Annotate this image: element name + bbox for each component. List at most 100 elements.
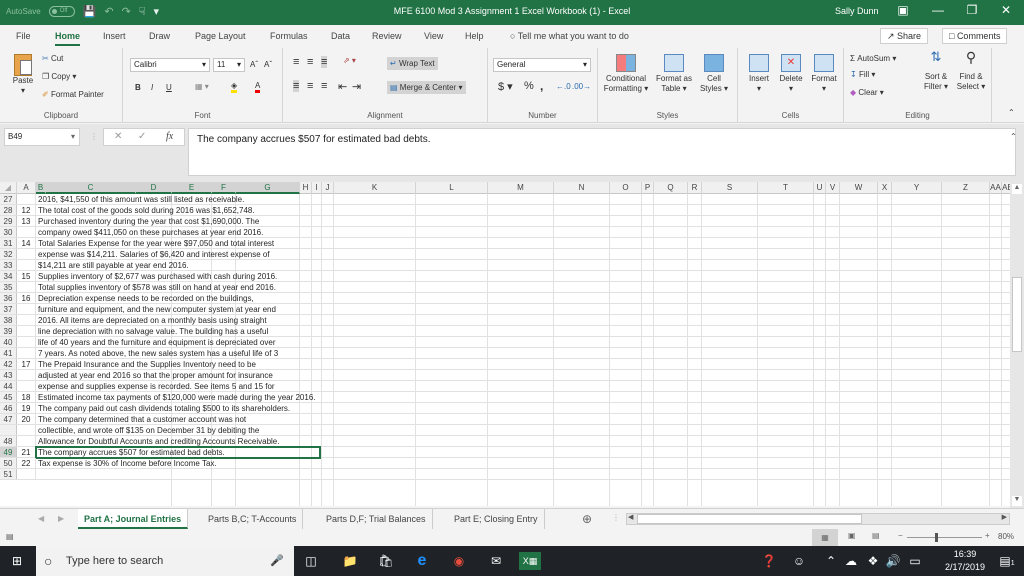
percent-button[interactable]: % — [524, 80, 534, 92]
cell-b[interactable]: life of 40 years and the furniture and e… — [36, 337, 275, 348]
cell-a[interactable] — [17, 370, 36, 380]
select-all-corner[interactable]: ◢ — [0, 182, 17, 194]
cell-a[interactable]: 12 — [17, 205, 36, 215]
cell-b[interactable]: furniture and equipment, and the new com… — [36, 304, 276, 315]
cell-b[interactable]: Total supplies inventory of $578 was sti… — [36, 282, 276, 293]
cell-b[interactable]: expense was $14,211. Salaries of $6,420 … — [36, 249, 270, 260]
column-header-s[interactable]: S — [702, 182, 758, 194]
number-format-select[interactable]: General▾ — [493, 58, 591, 72]
tab-insert[interactable]: Insert — [103, 31, 126, 41]
drag-handle-icon[interactable]: ⋮ — [90, 132, 98, 141]
cut-button[interactable]: ✂ Cut — [42, 54, 63, 63]
currency-button[interactable]: $ ▾ — [498, 80, 513, 93]
column-header-h[interactable]: H — [300, 182, 312, 194]
font-color-icon[interactable]: A — [255, 81, 260, 93]
column-header-b[interactable]: B — [36, 182, 46, 194]
zoom-slider[interactable] — [907, 537, 982, 538]
cell-a[interactable] — [17, 348, 36, 358]
vertical-scrollbar[interactable]: ▲ ▼ — [1010, 182, 1024, 508]
cell-b[interactable]: Supplies inventory of $2,677 was purchas… — [36, 271, 277, 282]
zoom-level[interactable]: 80% — [998, 532, 1014, 541]
chrome-icon[interactable]: ◉ — [450, 552, 468, 570]
cell-b[interactable]: expense and supplies expense is recorded… — [36, 381, 275, 392]
collapse-ribbon-icon[interactable]: ⌃ — [1008, 108, 1015, 117]
cell-b[interactable]: $14,211 are still payable at year end 20… — [36, 260, 189, 271]
cell-b[interactable]: Estimated income tax payments of $120,00… — [36, 392, 316, 403]
column-header-o[interactable]: O — [610, 182, 642, 194]
cell-a[interactable]: 13 — [17, 216, 36, 226]
column-header-j[interactable]: J — [322, 182, 334, 194]
scroll-right-icon[interactable]: ▶ — [1002, 513, 1007, 521]
sheet-tab-part-e[interactable]: Part E; Closing Entry — [448, 509, 545, 529]
cell-a[interactable]: 20 — [17, 414, 36, 424]
clear-button[interactable]: ◆ Clear ▾ — [850, 88, 884, 97]
battery-icon[interactable]: ▭ — [906, 552, 924, 570]
row-header[interactable]: 29 — [0, 216, 17, 226]
sort-filter-button[interactable]: ⇅ Sort &Filter ▾ — [920, 52, 952, 92]
align-bottom-icon[interactable]: ≡ — [321, 56, 327, 68]
row-header[interactable]: 35 — [0, 282, 17, 292]
column-header-ab[interactable]: AB — [1002, 182, 1010, 194]
italic-button[interactable]: I — [151, 83, 153, 92]
row-header[interactable]: 34 — [0, 271, 17, 281]
page-layout-view-icon[interactable]: ▣ — [848, 531, 856, 540]
share-button[interactable]: ↗ Share — [880, 28, 928, 44]
cell-a[interactable] — [17, 194, 36, 204]
format-as-table-button[interactable]: Format asTable ▾ — [652, 54, 696, 94]
formula-input[interactable]: The company accrues $507 for estimated b… — [188, 128, 1016, 176]
cell-a[interactable] — [17, 227, 36, 237]
decrease-font-icon[interactable]: Aˇ — [264, 60, 272, 69]
row-header[interactable]: 42 — [0, 359, 17, 369]
cell-a[interactable] — [17, 425, 36, 435]
column-header-l[interactable]: L — [416, 182, 488, 194]
insert-function-icon[interactable]: fx — [166, 131, 173, 142]
horizontal-scrollbar[interactable]: ◀ ▶ — [626, 513, 1010, 525]
cell-a[interactable]: 18 — [17, 392, 36, 402]
sheet-tab-parts-bc[interactable]: Parts B,C; T-Accounts — [202, 509, 303, 529]
cell-a[interactable]: 17 — [17, 359, 36, 369]
tab-help[interactable]: Help — [465, 31, 484, 41]
enter-icon[interactable]: ✓ — [138, 131, 146, 142]
volume-icon[interactable]: 🔊 — [884, 552, 902, 570]
row-header[interactable]: 28 — [0, 205, 17, 215]
sheet-tab-parts-df[interactable]: Parts D,F; Trial Balances — [320, 509, 433, 529]
cell-b[interactable]: Depreciation expense needs to be recorde… — [36, 293, 254, 304]
windows-start-icon[interactable]: ⊞ — [8, 552, 26, 570]
column-header-g[interactable]: G — [236, 182, 300, 194]
column-header-a[interactable]: A — [17, 182, 36, 194]
cell-b[interactable]: Purchased inventory during the year that… — [36, 216, 259, 227]
row-header[interactable]: 43 — [0, 370, 17, 380]
scroll-down-icon[interactable]: ▼ — [1012, 496, 1022, 506]
row-header[interactable]: 48 — [0, 436, 17, 446]
cell-a[interactable] — [17, 436, 36, 446]
tab-home[interactable]: Home — [55, 31, 80, 41]
column-header-i[interactable]: I — [312, 182, 322, 194]
fill-color-icon[interactable]: ◈ — [231, 81, 237, 93]
cell-a[interactable]: 21 — [17, 447, 36, 457]
column-header-z[interactable]: Z — [942, 182, 990, 194]
row-header[interactable]: 45 — [0, 392, 17, 402]
task-view-icon[interactable]: ◫ — [302, 552, 320, 570]
bold-button[interactable]: B — [135, 83, 141, 92]
tab-data[interactable]: Data — [331, 31, 350, 41]
comma-button[interactable]: , — [540, 79, 543, 93]
cell-b[interactable]: company owed $411,050 on these purchases… — [36, 227, 263, 238]
tab-review[interactable]: Review — [372, 31, 402, 41]
cell-a[interactable]: 22 — [17, 458, 36, 468]
tab-formulas[interactable]: Formulas — [270, 31, 308, 41]
increase-indent-icon[interactable]: ⇥ — [352, 80, 361, 93]
macro-record-icon[interactable]: ▤ — [6, 532, 14, 541]
column-header-x[interactable]: X — [878, 182, 892, 194]
cell-a[interactable]: 15 — [17, 271, 36, 281]
cell-a[interactable] — [17, 469, 36, 479]
row-header[interactable] — [0, 425, 17, 435]
format-painter-button[interactable]: ✐ Format Painter — [42, 90, 104, 99]
cell-a[interactable]: 14 — [17, 238, 36, 248]
column-header-t[interactable]: T — [758, 182, 814, 194]
split-handle-icon[interactable]: ⋮ — [612, 513, 620, 522]
row-header[interactable]: 38 — [0, 315, 17, 325]
cell-b[interactable]: The Prepaid Insurance and the Supplies I… — [36, 359, 256, 370]
cell-a[interactable] — [17, 326, 36, 336]
cell-a[interactable] — [17, 260, 36, 270]
edge-icon[interactable]: e — [413, 552, 431, 570]
